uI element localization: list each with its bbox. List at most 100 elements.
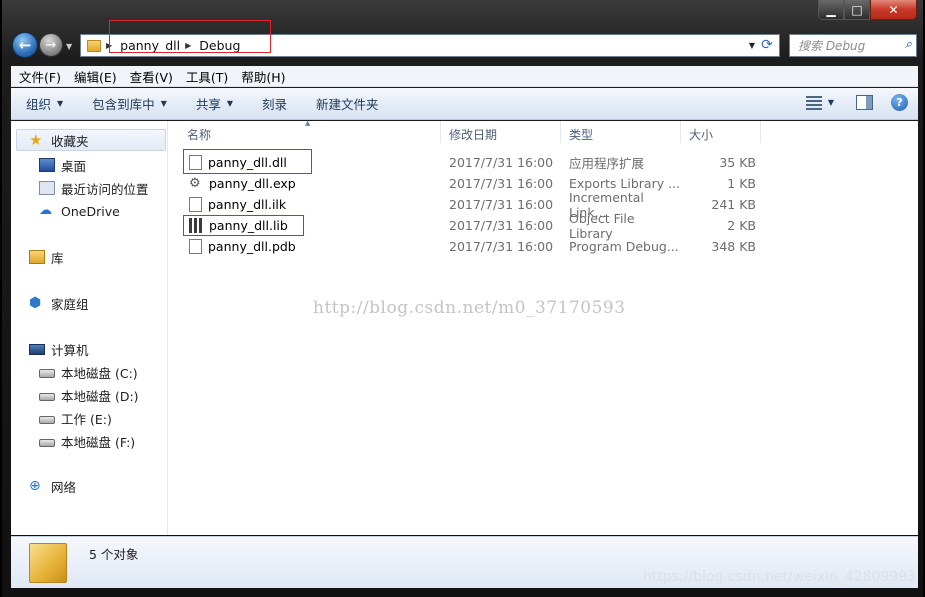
highlight-box-lib <box>183 215 304 236</box>
system-drive-icon <box>39 369 55 378</box>
recent-places-icon <box>39 181 55 195</box>
file-date: 2017/7/31 16:00 <box>449 176 554 191</box>
address-dropdown-icon[interactable]: ▼ <box>749 41 755 50</box>
preview-pane-icon[interactable] <box>856 95 873 110</box>
nav-homegroup-label: 家庭组 <box>51 296 89 312</box>
nav-network-label: 网络 <box>51 479 77 495</box>
window-frame: ▁ □ ✕ ← → ▼ ▶ panny_dll ▶ Debug ▼ ⟳ 搜索 D… <box>2 0 923 597</box>
new-folder-button[interactable]: 新建文件夹 <box>316 94 379 113</box>
arrow-right-icon: → <box>45 37 57 53</box>
close-icon: ✕ <box>888 2 899 17</box>
file-type: Program Debug... <box>569 239 679 254</box>
refresh-icon[interactable]: ⟳ <box>759 37 775 53</box>
nav-drive-e[interactable]: 工作 (E:) <box>39 408 112 428</box>
nav-drive-d[interactable]: 本地磁盘 (D:) <box>39 385 139 405</box>
watermark-text: http://blog.csdn.net/m0_37170593 <box>313 298 626 318</box>
include-in-library-button[interactable]: 包含到库中 ▼ <box>92 94 167 113</box>
cloud-icon: ☁ <box>39 203 52 218</box>
share-label: 共享 <box>195 97 221 112</box>
column-header-type[interactable]: 类型 <box>561 121 681 143</box>
nav-desktop-label: 桌面 <box>61 158 87 174</box>
maximize-button[interactable]: □ <box>844 0 870 20</box>
drive-icon <box>39 439 55 447</box>
file-row[interactable]: panny_dll.pdb 2017/7/31 16:00 Program De… <box>169 236 756 257</box>
command-bar: 组织 ▼ 包含到库中 ▼ 共享 ▼ 刻录 新建文件夹 ▼ ? <box>11 88 918 120</box>
library-icon <box>29 250 45 264</box>
nav-recent-places[interactable]: 最近访问的位置 <box>39 178 149 198</box>
command-bar-right: ▼ ? <box>805 94 908 111</box>
file-name: panny_dll.exp <box>209 176 296 191</box>
column-date-label: 修改日期 <box>449 128 498 142</box>
close-button[interactable]: ✕ <box>870 0 917 20</box>
caption-buttons: ▁ □ ✕ <box>818 0 917 20</box>
nav-network[interactable]: ⊕ 网络 <box>29 476 76 496</box>
file-name: panny_dll.pdb <box>208 239 296 254</box>
nav-desktop[interactable]: 桌面 <box>39 155 86 175</box>
nav-libraries-label: 库 <box>51 250 64 266</box>
menu-bar: 文件(F) 编辑(E) 查看(V) 工具(T) 帮助(H) <box>11 66 918 87</box>
navigation-pane: ★ 收藏夹 桌面 最近访问的位置 ☁ OneDrive 库 ⬢ 家庭组 计算机 … <box>11 121 168 535</box>
menu-tools[interactable]: 工具(T) <box>178 67 233 86</box>
nav-onedrive[interactable]: ☁ OneDrive <box>39 201 120 221</box>
column-header-name[interactable]: 名称 ▲ <box>169 119 441 143</box>
view-options-icon[interactable] <box>805 95 822 110</box>
nav-recent-label: 最近访问的位置 <box>61 181 149 197</box>
chevron-down-icon: ▼ <box>226 99 234 108</box>
main-area: ★ 收藏夹 桌面 最近访问的位置 ☁ OneDrive 库 ⬢ 家庭组 计算机 … <box>11 119 918 535</box>
nav-drive-e-label: 工作 (E:) <box>61 411 112 427</box>
nav-libraries[interactable]: 库 <box>29 247 64 267</box>
organize-button[interactable]: 组织 ▼ <box>26 94 63 113</box>
drive-icon <box>39 416 55 424</box>
nav-homegroup[interactable]: ⬢ 家庭组 <box>29 293 89 313</box>
search-icon[interactable]: ⌕ <box>905 37 912 52</box>
column-header-size[interactable]: 大小 <box>681 121 761 143</box>
share-button[interactable]: 共享 ▼ <box>196 94 233 113</box>
menu-edit[interactable]: 编辑(E) <box>66 67 122 86</box>
folder-large-icon <box>29 543 67 583</box>
file-type: 应用程序扩展 <box>569 156 645 171</box>
search-input[interactable]: 搜索 Debug <box>798 37 865 54</box>
column-headers: 名称 ▲ 修改日期 类型 大小 <box>169 119 918 143</box>
nav-drive-c[interactable]: 本地磁盘 (C:) <box>39 362 138 382</box>
back-button[interactable]: ← <box>12 32 38 58</box>
menu-view[interactable]: 查看(V) <box>122 67 178 86</box>
help-icon[interactable]: ? <box>891 94 908 111</box>
file-date: 2017/7/31 16:00 <box>449 155 554 170</box>
folder-icon <box>87 39 101 52</box>
file-date: 2017/7/31 16:00 <box>449 218 554 233</box>
column-header-date[interactable]: 修改日期 <box>441 121 561 143</box>
menu-file[interactable]: 文件(F) <box>11 67 66 86</box>
include-in-library-label: 包含到库中 <box>92 97 155 112</box>
highlight-box-address <box>109 20 271 53</box>
nav-drive-f[interactable]: 本地磁盘 (F:) <box>39 431 135 451</box>
recent-pages-dropdown[interactable]: ▼ <box>66 42 72 51</box>
menu-help[interactable]: 帮助(H) <box>233 67 290 86</box>
nav-computer[interactable]: 计算机 <box>29 339 89 359</box>
bottom-watermark: https://blog.csdn.net/weixin_42809993 <box>643 569 917 585</box>
file-date: 2017/7/31 16:00 <box>449 239 554 254</box>
nav-favorites[interactable]: ★ 收藏夹 <box>16 129 166 151</box>
organize-label: 组织 <box>26 97 52 112</box>
minimize-button[interactable]: ▁ <box>818 0 844 20</box>
file-size: 35 KB <box>719 155 756 170</box>
homegroup-icon: ⬢ <box>29 295 42 311</box>
network-icon: ⊕ <box>29 478 41 494</box>
file-size: 2 KB <box>727 218 756 233</box>
column-size-label: 大小 <box>689 128 714 142</box>
view-chevron-down-icon[interactable]: ▼ <box>828 98 834 107</box>
file-size: 241 KB <box>711 197 756 212</box>
forward-button[interactable]: → <box>39 33 63 57</box>
nav-drive-d-label: 本地磁盘 (D:) <box>61 388 139 404</box>
computer-icon <box>29 344 45 355</box>
exp-file-icon: ⚙ <box>189 176 203 191</box>
burn-button[interactable]: 刻录 <box>262 94 287 113</box>
column-name-label: 名称 <box>187 128 212 142</box>
minimize-icon: ▁ <box>826 2 836 17</box>
search-box[interactable]: 搜索 Debug ⌕ <box>789 34 917 57</box>
highlight-box-dll <box>183 149 312 174</box>
file-size: 1 KB <box>727 176 756 191</box>
file-list: 名称 ▲ 修改日期 类型 大小 panny_dll.dll 2017/7/31 1… <box>169 119 918 535</box>
nav-onedrive-label: OneDrive <box>61 203 120 219</box>
file-size: 348 KB <box>711 239 756 254</box>
explorer-window: ▁ □ ✕ ← → ▼ ▶ panny_dll ▶ Debug ▼ ⟳ 搜索 D… <box>0 0 925 597</box>
